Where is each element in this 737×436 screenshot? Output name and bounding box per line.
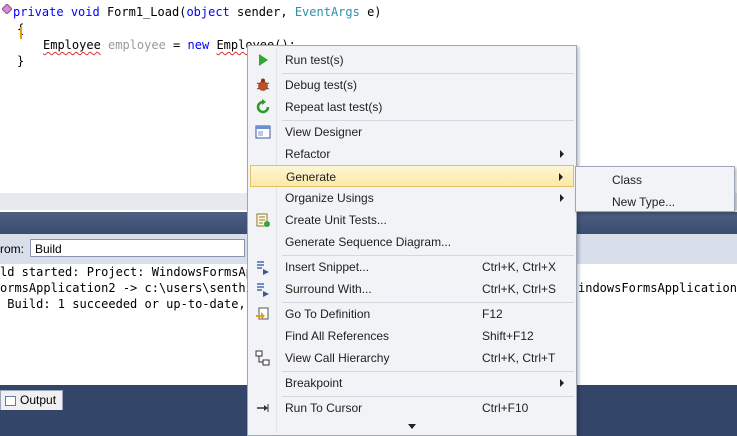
- show-output-from-label: rom:: [0, 242, 24, 256]
- menu-item-repeat-last-tests[interactable]: Repeat last test(s): [250, 96, 574, 118]
- tab-output[interactable]: Output: [0, 390, 64, 410]
- insert-snippet-icon: [257, 261, 269, 275]
- menu-item-organize-usings[interactable]: Organize Usings: [250, 187, 574, 209]
- unit-test-icon: [256, 213, 270, 227]
- output-line: ld started: Project: WindowsFormsApp: [0, 265, 261, 279]
- submenu-item-class[interactable]: Class: [612, 173, 642, 187]
- output-window-icon: [5, 395, 16, 406]
- call-hierarchy-icon: [255, 350, 270, 366]
- generate-submenu: Class New Type...: [575, 166, 735, 212]
- menu-item-generate[interactable]: Generate: [250, 165, 574, 187]
- go-to-definition-icon: [256, 307, 269, 320]
- context-menu: Run test(s) Debug test(s) Repeat last te…: [247, 45, 577, 436]
- submenu-item-new-type[interactable]: New Type...: [612, 195, 675, 209]
- submenu-arrow-icon: [560, 194, 564, 202]
- code-line-method-signature: private void Form1_Load(object sender, E…: [13, 5, 382, 19]
- debug-test-icon: [256, 78, 270, 91]
- submenu-arrow-icon: [560, 379, 564, 387]
- menu-item-refactor[interactable]: Refactor: [250, 143, 574, 165]
- run-to-cursor-icon: [257, 404, 269, 412]
- menu-item-insert-snippet[interactable]: Insert Snippet... Ctrl+K, Ctrl+X: [250, 256, 574, 278]
- submenu-arrow-icon: [560, 150, 564, 158]
- menu-item-debug-tests[interactable]: Debug test(s): [250, 74, 574, 96]
- output-line: ormsApplication2 -> c:\users\senthi: [0, 281, 253, 295]
- submenu-arrow-icon: [559, 173, 563, 181]
- brace-match-marker: [20, 27, 26, 39]
- menu-item-view-call-hierarchy[interactable]: View Call Hierarchy Ctrl+K, Ctrl+T: [250, 347, 574, 369]
- menu-scroll-down-arrow-icon[interactable]: [408, 424, 416, 429]
- menu-item-view-designer[interactable]: View Designer: [250, 121, 574, 143]
- menu-item-breakpoint[interactable]: Breakpoint: [250, 372, 574, 394]
- output-line-overflow: indowsFormsApplication2\: [578, 281, 737, 295]
- output-line: Build: 1 succeeded or up-to-date, 0: [0, 297, 261, 311]
- code-line-close-brace: }: [17, 54, 25, 68]
- run-test-icon: [259, 54, 268, 66]
- code-marker-icon: [2, 4, 12, 14]
- menu-item-run-tests[interactable]: Run test(s): [250, 49, 574, 71]
- menu-item-surround-with[interactable]: Surround With... Ctrl+K, Ctrl+S: [250, 278, 574, 300]
- repeat-test-icon: [256, 99, 270, 114]
- menu-item-run-to-cursor[interactable]: Run To Cursor Ctrl+F10: [250, 397, 574, 419]
- show-output-from-dropdown[interactable]: Build: [30, 239, 245, 257]
- view-designer-icon: [255, 125, 271, 139]
- menu-item-find-all-references[interactable]: Find All References Shift+F12: [250, 325, 574, 347]
- menu-item-go-to-definition[interactable]: Go To Definition F12: [250, 303, 574, 325]
- surround-with-icon: [257, 283, 269, 297]
- menu-item-create-unit-tests[interactable]: Create Unit Tests...: [250, 209, 574, 231]
- menu-item-generate-sequence-diagram[interactable]: Generate Sequence Diagram...: [250, 231, 574, 253]
- tab-output-label: Output: [20, 393, 57, 407]
